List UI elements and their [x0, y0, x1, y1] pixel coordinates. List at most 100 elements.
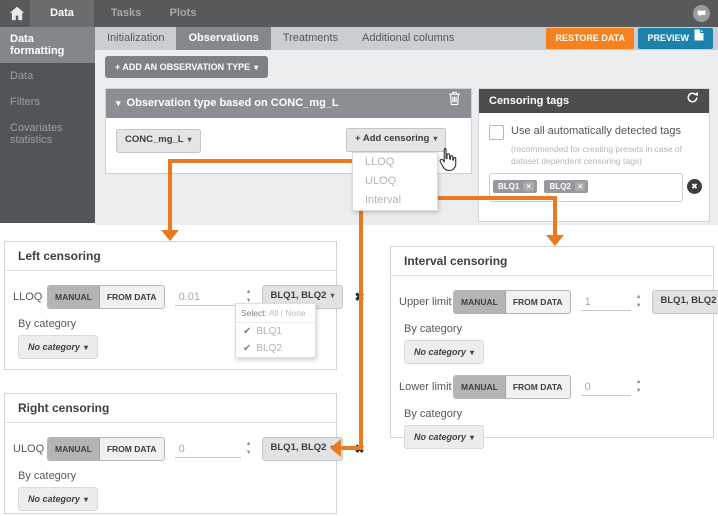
tags-option-blq1[interactable]: ✔BLQ1 — [236, 323, 315, 340]
manual-button[interactable]: MANUAL — [48, 286, 100, 308]
uloq-arrowhead — [330, 439, 341, 457]
no-category-label: No category — [414, 432, 466, 442]
uloq-value-stepper[interactable]: ▲▼ — [246, 442, 252, 456]
use-detected-tags-label: Use all automatically detected tags — [511, 125, 681, 137]
menu-item-interval[interactable]: Interval — [353, 191, 437, 210]
select-label: Select: — [241, 308, 267, 318]
interval-censoring-title: Interval censoring — [391, 247, 713, 276]
stepper-up-icon[interactable]: ▲ — [636, 380, 642, 385]
stepper-up-icon[interactable]: ▲ — [636, 295, 642, 300]
remove-tag-icon[interactable]: × — [575, 182, 586, 191]
select-none-link[interactable]: None — [285, 308, 305, 318]
no-category-label: No category — [28, 342, 80, 352]
lloq-arrowhead — [161, 230, 179, 241]
stepper-up-icon[interactable]: ▲ — [246, 442, 252, 447]
tab-tasks[interactable]: Tasks — [100, 0, 152, 27]
from-data-button[interactable]: FROM DATA — [506, 291, 570, 313]
refresh-icon[interactable] — [686, 89, 699, 113]
tags-option-blq2[interactable]: ✔BLQ2 — [236, 340, 315, 357]
upper-limit-value-input[interactable] — [581, 294, 631, 311]
lloq-arrow-line — [168, 159, 374, 163]
use-detected-tags-checkbox[interactable] — [489, 125, 504, 140]
stepper-down-icon[interactable]: ▼ — [246, 451, 252, 456]
observation-type-header[interactable]: ▾ Observation type based on CONC_mg_L — [106, 89, 471, 118]
manual-button[interactable]: MANUAL — [454, 376, 506, 398]
delete-trash-icon[interactable] — [448, 89, 461, 118]
chevron-down-icon: ▾ — [470, 348, 474, 357]
no-category-label: No category — [28, 494, 80, 504]
lower-limit-source-toggle: MANUALFROM DATA — [453, 375, 571, 399]
chevron-down-icon: ▾ — [254, 63, 258, 72]
from-data-button[interactable]: FROM DATA — [506, 376, 570, 398]
chevron-down-icon: ▾ — [84, 343, 88, 352]
lloq-value-stepper[interactable]: ▲▼ — [246, 290, 252, 304]
home-icon[interactable] — [9, 6, 25, 21]
add-observation-type-button[interactable]: + ADD AN OBSERVATION TYPE▾ — [105, 56, 268, 78]
from-data-button[interactable]: FROM DATA — [100, 438, 164, 460]
manual-button[interactable]: MANUAL — [48, 438, 100, 460]
from-data-button[interactable]: FROM DATA — [100, 286, 164, 308]
collapse-caret-icon[interactable]: ▾ — [116, 89, 121, 118]
select-divider: | — [281, 308, 283, 318]
censoring-tags-body: Use all automatically detected tags (rec… — [479, 113, 709, 219]
feedback-bubble-icon[interactable] — [693, 5, 710, 22]
sidebar-item-data[interactable]: Data — [0, 63, 95, 89]
remove-tag-icon[interactable]: × — [523, 182, 534, 191]
uloq-row: ULOQ MANUALFROM DATA ▲▼ BLQ1, BLQ2▾ ✖ — [13, 437, 328, 461]
tag-chip-label: BLQ2 — [549, 182, 570, 191]
interval-censoring-body: Upper limit MANUALFROM DATA ▲▼ BLQ1, BLQ… — [391, 276, 713, 459]
sidebar-item-filters[interactable]: Filters — [0, 89, 95, 115]
upper-limit-tags-label: BLQ1, BLQ2 — [661, 295, 717, 306]
clear-tags-button[interactable]: ✖ — [687, 179, 702, 194]
censoring-tags-header: Censoring tags — [479, 89, 709, 113]
add-censoring-label: + Add censoring — [355, 133, 429, 144]
no-category-select[interactable]: No category ▾ — [18, 335, 98, 359]
app-window: Data Tasks Plots Data formatting Data Fi… — [0, 0, 718, 516]
stepper-down-icon[interactable]: ▼ — [636, 304, 642, 309]
sidebar-item-covariates-statistics[interactable]: Covariates statistics — [0, 115, 95, 153]
add-censoring-button[interactable]: + Add censoring▾ — [346, 128, 446, 152]
uloq-source-toggle: MANUALFROM DATA — [47, 437, 165, 461]
tab-initialization[interactable]: Initialization — [95, 27, 176, 50]
no-category-select[interactable]: No category▾ — [404, 425, 484, 449]
no-category-label: No category — [414, 347, 466, 357]
observation-type-title: Observation type based on CONC_mg_L — [127, 89, 442, 118]
censoring-tags-title: Censoring tags — [489, 89, 686, 113]
interval-censoring-panel: Interval censoring Upper limit MANUALFRO… — [390, 246, 714, 438]
sidebar-item-data-formatting[interactable]: Data formatting — [0, 27, 95, 63]
tab-additional-columns[interactable]: Additional columns — [350, 27, 466, 50]
right-censoring-title: Right censoring — [5, 394, 336, 423]
menu-item-uloq[interactable]: ULOQ — [353, 172, 437, 191]
upper-limit-stepper[interactable]: ▲▼ — [636, 295, 642, 309]
top-navigation-bar: Data Tasks Plots — [0, 0, 718, 27]
lower-limit-value-input[interactable] — [581, 379, 631, 396]
section-tab-strip: InitializationObservationsTreatmentsAddi… — [95, 27, 718, 50]
no-category-select[interactable]: No category▾ — [18, 487, 98, 511]
select-all-link[interactable]: All — [269, 308, 278, 318]
tag-chip-blq1: BLQ1× — [493, 180, 537, 193]
tab-treatments[interactable]: Treatments — [271, 27, 350, 50]
manual-button[interactable]: MANUAL — [454, 291, 506, 313]
stepper-down-icon[interactable]: ▼ — [636, 389, 642, 394]
lower-limit-stepper[interactable]: ▲▼ — [636, 380, 642, 394]
upper-limit-tags-select[interactable]: BLQ1, BLQ2▾ — [652, 290, 718, 314]
tab-data[interactable]: Data — [30, 0, 94, 27]
tags-dropdown-select-header: Select: All | None — [236, 304, 315, 323]
observation-column-select[interactable]: CONC_mg_L▾ — [116, 129, 201, 153]
uloq-label: ULOQ — [13, 443, 47, 455]
preview-button[interactable]: PREVIEW — [638, 28, 713, 49]
preview-button-label: PREVIEW — [647, 28, 689, 49]
censoring-tags-hint: (recommended for creating presets in cas… — [511, 143, 693, 168]
lloq-value-input[interactable] — [175, 289, 241, 306]
tab-plots[interactable]: Plots — [158, 0, 208, 27]
menu-item-lloq[interactable]: LLOQ — [353, 153, 437, 172]
lower-limit-row: Lower limit MANUALFROM DATA ▲▼ — [399, 375, 705, 399]
restore-data-button[interactable]: RESTORE DATA — [546, 28, 634, 49]
tab-observations[interactable]: Observations — [176, 27, 270, 50]
chevron-down-icon: ▾ — [330, 291, 334, 300]
stepper-up-icon[interactable]: ▲ — [246, 290, 252, 295]
no-category-select[interactable]: No category ▾ — [404, 340, 484, 364]
uloq-value-input[interactable] — [175, 441, 241, 458]
uloq-tags-label: BLQ1, BLQ2 — [271, 442, 327, 453]
left-censoring-title: Left censoring — [5, 242, 336, 271]
